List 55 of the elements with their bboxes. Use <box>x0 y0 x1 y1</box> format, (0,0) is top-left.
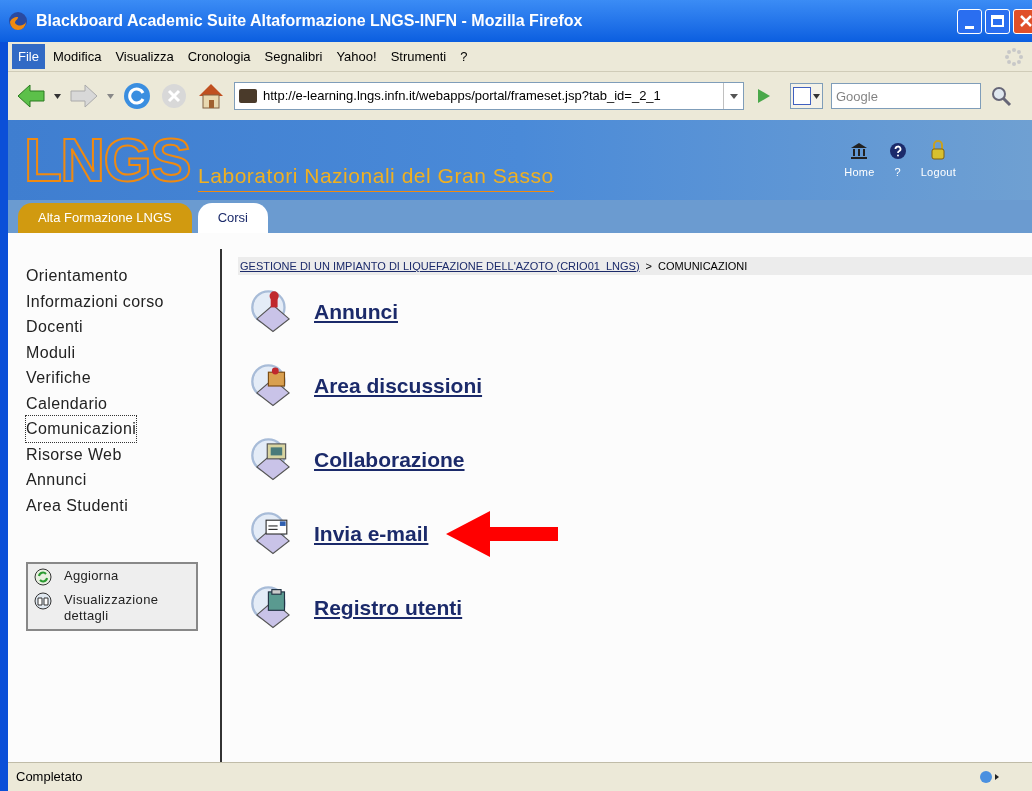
search-engine-selector[interactable] <box>790 83 823 109</box>
dropdown-caret-icon[interactable] <box>729 93 738 99</box>
menu-item[interactable]: ? <box>454 43 474 70</box>
sidebar-link[interactable]: Area Studenti <box>26 492 129 518</box>
search-field[interactable]: Google <box>831 83 981 109</box>
tab[interactable]: Corsi <box>197 203 268 233</box>
tool-link[interactable]: Annunci <box>314 296 398 328</box>
menu-item[interactable]: Strumenti <box>384 43 453 70</box>
sidebar-link[interactable]: Docenti <box>26 314 84 340</box>
tool-link[interactable]: Invia e-mail <box>314 518 429 550</box>
status-text: Completato <box>16 768 83 787</box>
back-arrow-icon[interactable] <box>16 83 46 109</box>
tool-link[interactable]: Collaborazione <box>314 444 465 476</box>
reload-icon[interactable] <box>122 81 152 111</box>
menu-item[interactable]: Yahoo! <box>330 43 383 70</box>
address-field[interactable]: http://e-learning.lngs.infn.it/webapps/portal/frameset.jsp?tab_id=_2_1 <box>234 82 744 110</box>
breadcrumb-link[interactable]: GESTIONE DI UN IMPIANTO DI LIQUEFAZIONE DELL'AZOTO (CRIO01_LNGS) <box>240 257 640 275</box>
maximize-button[interactable] <box>985 8 1010 34</box>
menu-item[interactable]: Modifica <box>46 43 108 70</box>
close-icon <box>1019 15 1032 27</box>
menu-item[interactable]: Cronologia <box>181 43 257 70</box>
minimize-button[interactable] <box>957 8 982 34</box>
sidebar-link[interactable]: Informazioni corso <box>26 288 164 314</box>
menu-item[interactable]: File <box>12 43 45 70</box>
dropdown-caret-icon[interactable] <box>54 93 61 99</box>
close-button[interactable] <box>1013 8 1032 34</box>
tool-link[interactable]: Area discussioni <box>314 370 483 402</box>
throbber-icon <box>1004 46 1024 67</box>
action-link[interactable]: Visualizzazione dettagli <box>34 592 190 625</box>
logo-text: LNGS <box>24 129 191 191</box>
sidebar-link[interactable]: Comunicazioni <box>26 416 137 442</box>
url-text: http://e-learning.lngs.infn.it/webapps/portal/frameset.jsp?tab_id=_2_1 <box>263 87 662 106</box>
building-icon <box>850 141 869 160</box>
sidebar-link[interactable]: Annunci <box>26 467 87 493</box>
sidebar-link[interactable]: Moduli <box>26 339 76 365</box>
sidebar-link[interactable]: Risorse Web <box>26 441 122 467</box>
breadcrumb-separator: > <box>645 258 653 274</box>
sidebar-link[interactable]: Verifiche <box>26 365 91 391</box>
help-icon <box>888 141 907 160</box>
menu-item[interactable]: Visualizza <box>109 43 180 70</box>
sidebar-link[interactable]: Orientamento <box>26 263 128 289</box>
breadcrumb-current: COMUNICAZIONI <box>658 258 748 274</box>
action-link[interactable]: Aggiorna <box>34 568 190 586</box>
menu-item[interactable]: Segnalibri <box>258 43 329 70</box>
sidebar-link[interactable]: Calendario <box>26 390 108 416</box>
tool-link[interactable]: Registro utenti <box>314 592 463 624</box>
book-icon <box>34 592 52 610</box>
site-subtitle: Laboratori Nazionali del Gran Sasso <box>198 159 554 193</box>
window-title: Blackboard Academic Suite Altaformazione LNGS-INFN - Mozilla Firefox <box>36 11 583 31</box>
refresh-icon <box>34 568 52 586</box>
dropdown-caret-icon <box>813 93 820 99</box>
browser-logo-icon <box>8 11 28 31</box>
padlock-icon <box>931 139 946 160</box>
status-icon <box>978 769 1000 785</box>
search-icon[interactable] <box>989 84 1013 108</box>
